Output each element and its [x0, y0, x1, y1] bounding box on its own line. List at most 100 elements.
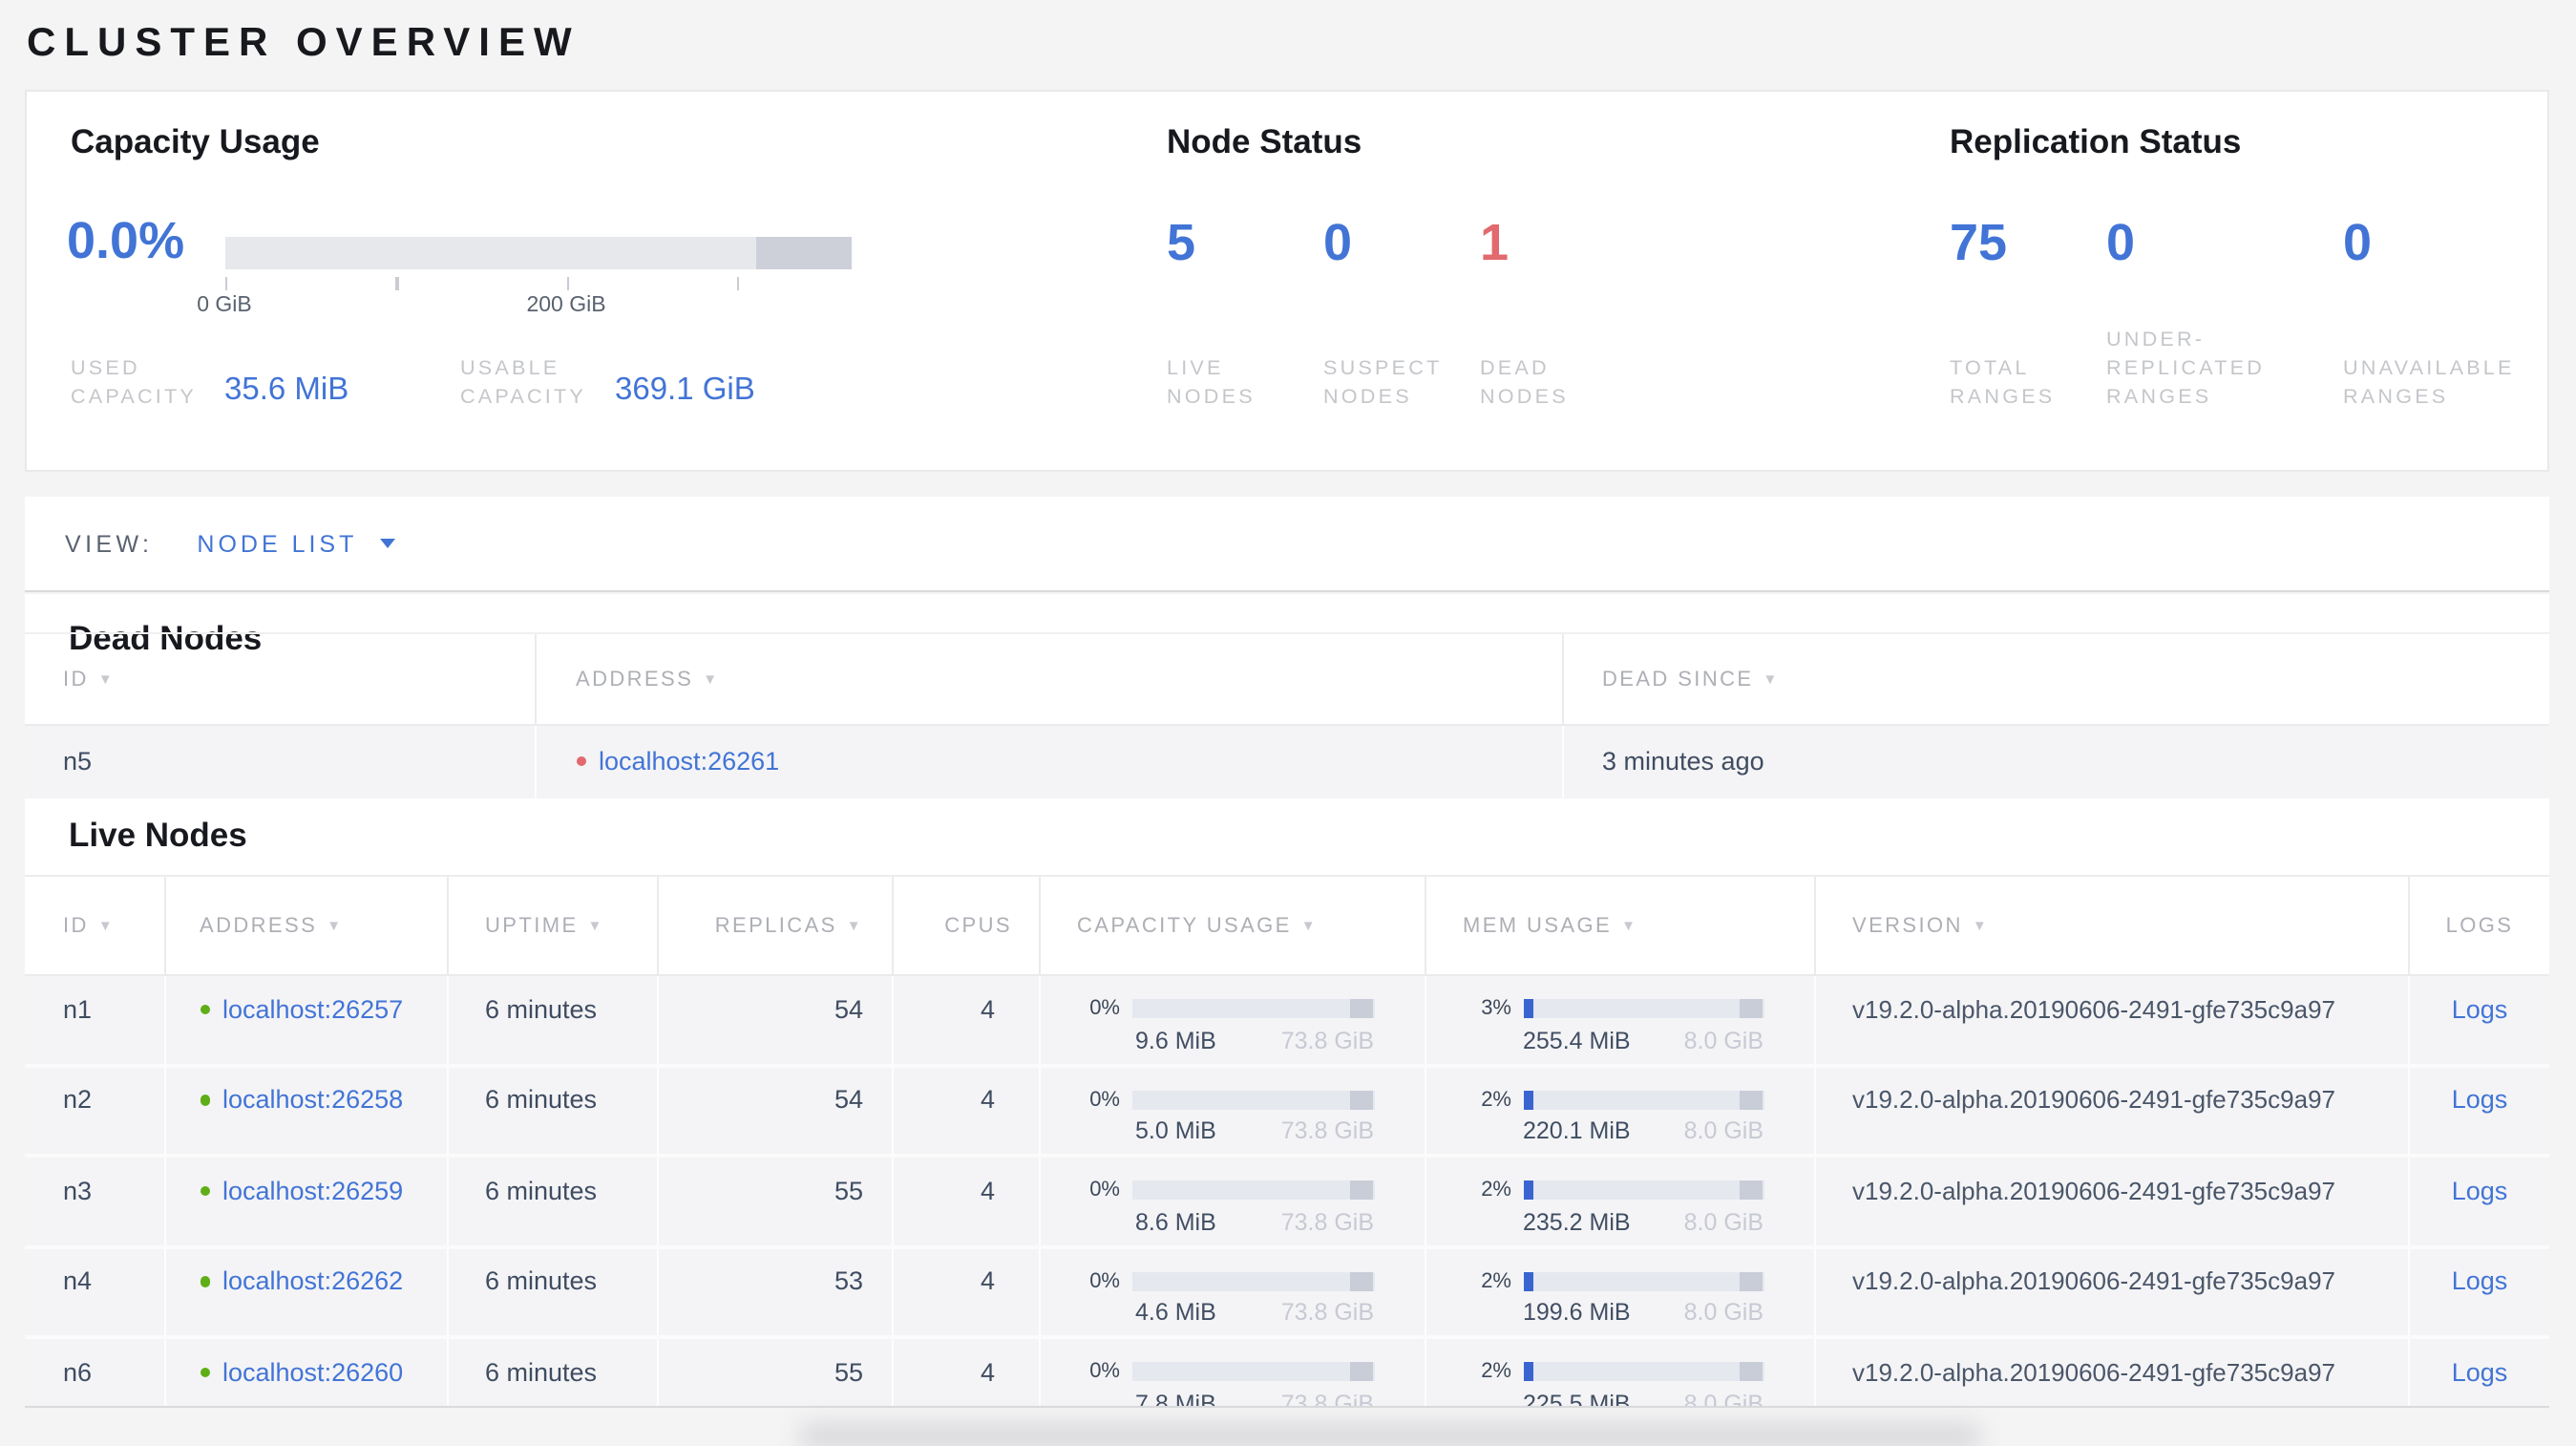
- column-header-label: ID: [63, 914, 89, 937]
- sort-arrow-icon: ▼: [846, 917, 863, 934]
- live-nodes-header-row: ID ▼ ADDRESS ▼ UPTIME ▼ REPLICAS ▼ CPUS CAPACITY …: [25, 875, 2549, 976]
- column-header-id[interactable]: ID ▼: [25, 877, 163, 974]
- usage-bar-track: [1523, 1180, 1763, 1200]
- replication-value-under-replicated-ranges: 0: [2106, 214, 2136, 271]
- column-header-cpus: CPUS: [892, 877, 1039, 974]
- cpus-cell: 4: [892, 1248, 1039, 1335]
- column-header-uptime[interactable]: UPTIME ▼: [446, 877, 657, 974]
- usage-percent-label: 2%: [1481, 1360, 1511, 1383]
- capacity-stat-label-usable-capacity: USABLE CAPACITY: [460, 355, 586, 413]
- view-selector-dropdown[interactable]: NODE LIST: [197, 530, 357, 557]
- usage-used-value: 4.6 MiB: [1135, 1299, 1216, 1326]
- column-header-address[interactable]: ADDRESS ▼: [535, 634, 1561, 724]
- capacity-usage-cell: 0% 5.0 MiB 73.8 GiB: [1039, 1067, 1424, 1154]
- sort-arrow-icon: ▼: [587, 917, 604, 934]
- mem-usage-cell: 2% 199.6 MiB 8.0 GiB: [1424, 1248, 1813, 1335]
- column-header-label: UPTIME: [485, 914, 579, 937]
- usage-bar-reserved-segment: [1349, 1090, 1373, 1109]
- nodes-panel: Dead Nodes ID ▼ ADDRESS ▼ DEAD SINCE ▼ n5 loca…: [25, 594, 2549, 1408]
- usage-bar-reserved-segment: [1349, 1180, 1373, 1200]
- usage-bar-track: [1131, 1271, 1374, 1290]
- scroll-shadow: [798, 1423, 1982, 1446]
- logs-link[interactable]: Logs: [2452, 1357, 2508, 1386]
- replicas-cell: 55: [657, 1339, 892, 1406]
- stat-label-line: REPLICATED: [2106, 357, 2265, 380]
- logs-cell: Logs: [2408, 1339, 2549, 1406]
- live-nodes-title: Live Nodes: [69, 816, 247, 854]
- usage-percent-label: 0%: [1089, 1088, 1120, 1111]
- usage-bar-track: [1523, 1362, 1763, 1381]
- logs-link[interactable]: Logs: [2452, 1085, 2508, 1114]
- usage-bar-fill: [1523, 1362, 1532, 1381]
- column-header-version[interactable]: VERSION ▼: [1813, 877, 2408, 974]
- cpus-cell: 4: [892, 1067, 1039, 1154]
- usage-total-value: 8.0 GiB: [1683, 1027, 1763, 1053]
- usage-bar-reserved-segment: [1739, 1090, 1763, 1109]
- usage-used-value: 255.4 MiB: [1523, 1027, 1631, 1053]
- logs-link[interactable]: Logs: [2452, 1266, 2508, 1295]
- mem-usage-cell: 2% 235.2 MiB 8.0 GiB: [1424, 1158, 1813, 1244]
- column-header-capacity-usage[interactable]: CAPACITY USAGE ▼: [1039, 877, 1424, 974]
- node-status-label-live-nodes: LIVE NODES: [1167, 355, 1256, 413]
- logs-cell: Logs: [2408, 1158, 2549, 1244]
- uptime-cell: 6 minutes: [446, 1067, 657, 1154]
- node-status-label-suspect-nodes: SUSPECT NODES: [1323, 355, 1442, 413]
- column-header-address[interactable]: ADDRESS ▼: [163, 877, 446, 974]
- node-address-link[interactable]: localhost:26262: [222, 1266, 403, 1295]
- logs-cell: Logs: [2408, 1248, 2549, 1335]
- stat-label-line: TOTAL: [1950, 357, 2030, 380]
- usage-bar-track: [1523, 999, 1763, 1018]
- usage-used-value: 5.0 MiB: [1135, 1117, 1216, 1144]
- sort-arrow-icon: ▼: [1763, 670, 1780, 688]
- node-address-link[interactable]: localhost:26260: [222, 1357, 403, 1386]
- node-id-cell: n3: [63, 1176, 93, 1204]
- sort-arrow-icon: ▼: [1300, 917, 1318, 934]
- usage-percent-label: 2%: [1481, 1088, 1511, 1111]
- capacity-axis-tick: [395, 277, 398, 290]
- column-header-logs: LOGS: [2408, 877, 2549, 974]
- replication-value-unavailable-ranges: 0: [2343, 214, 2373, 271]
- cpus-cell: 4: [892, 976, 1039, 1063]
- node-address-link[interactable]: localhost:26261: [599, 746, 779, 775]
- node-status-value-dead-nodes: 1: [1480, 214, 1510, 271]
- column-header-label: CAPACITY USAGE: [1077, 914, 1292, 937]
- logs-link[interactable]: Logs: [2452, 994, 2508, 1023]
- stat-label-line: LIVE: [1167, 357, 1224, 380]
- page-title: CLUSTER OVERVIEW: [27, 21, 581, 65]
- usage-bar-reserved-segment: [1739, 999, 1763, 1018]
- replicas-cell: 53: [657, 1248, 892, 1335]
- column-header-label: LOGS: [2445, 914, 2514, 937]
- column-header-mem-usage[interactable]: MEM USAGE ▼: [1424, 877, 1813, 974]
- replication-status-title: Replication Status: [1950, 122, 2242, 160]
- version-cell: v19.2.0-alpha.20190606-2491-gfe735c9a97: [1813, 1248, 2408, 1335]
- usage-bar-fill: [1523, 1180, 1532, 1200]
- sort-arrow-icon: ▼: [1972, 917, 1990, 934]
- usage-used-value: 199.6 MiB: [1523, 1299, 1631, 1326]
- capacity-usage-cell: 0% 9.6 MiB 73.8 GiB: [1039, 976, 1424, 1063]
- logs-cell: Logs: [2408, 1067, 2549, 1154]
- logs-link[interactable]: Logs: [2452, 1176, 2508, 1204]
- dead-node-row: n5 localhost:26261 3 minutes ago: [25, 726, 2549, 797]
- column-header-replicas[interactable]: REPLICAS ▼: [657, 877, 892, 974]
- capacity-axis-label-200: 200 GiB: [526, 294, 606, 317]
- dead-nodes-header-row: ID ▼ ADDRESS ▼ DEAD SINCE ▼: [25, 632, 2549, 726]
- node-id-cell: n2: [63, 1085, 93, 1114]
- stat-label-line: UNDER-: [2106, 329, 2206, 351]
- stat-label-line: RANGES: [2106, 386, 2212, 409]
- node-address-cell: localhost:26260: [163, 1339, 446, 1406]
- dead-status-dot-icon: [576, 755, 586, 766]
- node-address-link[interactable]: localhost:26259: [222, 1176, 403, 1204]
- node-address-link[interactable]: localhost:26257: [222, 994, 403, 1023]
- column-header-dead-since[interactable]: DEAD SINCE ▼: [1561, 634, 2549, 724]
- usage-used-value: 7.8 MiB: [1135, 1390, 1216, 1408]
- version-cell: v19.2.0-alpha.20190606-2491-gfe735c9a97: [1813, 1339, 2408, 1406]
- sort-arrow-icon: ▼: [327, 917, 344, 934]
- node-address-link[interactable]: localhost:26258: [222, 1085, 403, 1114]
- stat-label-line: CAPACITY: [71, 386, 197, 409]
- capacity-reserved-segment: [756, 237, 851, 269]
- live-node-row: n4 localhost:26262 6 minutes 53 4 0% 4.6 MiB 73…: [25, 1248, 2549, 1339]
- sort-arrow-icon: ▼: [97, 917, 116, 934]
- chevron-down-icon[interactable]: [380, 539, 396, 548]
- stat-label-line: USED: [71, 357, 140, 380]
- column-header-id[interactable]: ID ▼: [25, 634, 535, 724]
